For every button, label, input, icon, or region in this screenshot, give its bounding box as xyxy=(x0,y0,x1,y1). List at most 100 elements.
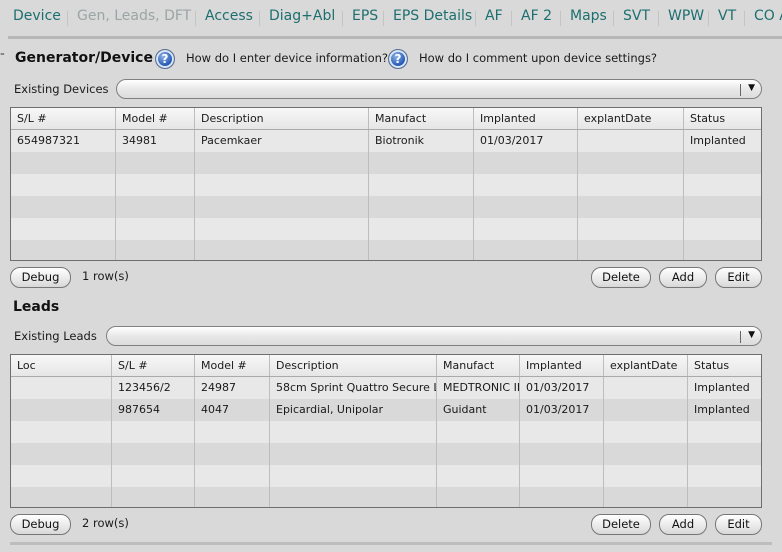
table-cell xyxy=(684,196,761,218)
table-cell xyxy=(195,443,270,465)
table-cell xyxy=(604,377,688,399)
existing-leads-dropdown[interactable]: ▼ xyxy=(106,326,762,346)
tab-eps[interactable]: EPS xyxy=(352,8,378,24)
question-circle-icon[interactable]: ? xyxy=(155,49,175,69)
empty-table-row xyxy=(11,218,761,240)
table-cell xyxy=(604,399,688,421)
tab-co[interactable]: CO A xyxy=(754,8,782,24)
tab-separator xyxy=(259,11,260,26)
table-cell xyxy=(437,465,520,487)
leads-edit-button[interactable]: Edit xyxy=(715,514,762,535)
tab-svt[interactable]: SVT xyxy=(623,8,650,24)
table-cell xyxy=(520,487,604,507)
tab-device[interactable]: Device xyxy=(13,8,61,24)
table-cell xyxy=(112,465,195,487)
leads-delete-button[interactable]: Delete xyxy=(591,514,651,535)
column-header[interactable]: Status xyxy=(684,108,761,129)
table-cell xyxy=(520,465,604,487)
table-cell xyxy=(116,196,195,218)
tab-af[interactable]: AF xyxy=(485,8,503,24)
column-header[interactable]: Description xyxy=(270,355,437,376)
table-row[interactable]: 654987321 34981 Pacemkaer Biotronik 01/03/20… xyxy=(11,130,761,152)
table-cell xyxy=(688,487,761,507)
column-header[interactable]: S/L # xyxy=(11,108,116,129)
column-header[interactable]: S/L # xyxy=(112,355,195,376)
column-header[interactable]: Manufact xyxy=(369,108,474,129)
table-cell xyxy=(369,152,474,174)
table-header: Loc S/L # Model # Description Manufact Implan… xyxy=(11,355,761,377)
table-cell xyxy=(195,240,369,260)
devices-edit-button[interactable]: Edit xyxy=(715,267,762,288)
table-cell xyxy=(116,174,195,196)
help-enter-device-info[interactable]: How do I enter device information? xyxy=(186,51,388,65)
column-header[interactable]: Description xyxy=(195,108,369,129)
column-header[interactable]: Status xyxy=(688,355,761,376)
tab-gen-leads-dft[interactable]: Gen, Leads, DFT xyxy=(77,8,191,24)
leads-table: Loc S/L # Model # Description Manufact Implan… xyxy=(10,354,762,508)
tab-maps[interactable]: Maps xyxy=(570,8,607,24)
table-cell xyxy=(578,130,684,152)
table-cell xyxy=(604,487,688,507)
table-cell xyxy=(11,196,116,218)
table-cell: 987654 xyxy=(112,399,195,421)
table-cell xyxy=(116,152,195,174)
table-row[interactable]: 987654 4047 Epicardial, Unipolar Guidant 01/… xyxy=(11,399,761,421)
tab-diag-abl[interactable]: Diag+Abl xyxy=(269,8,335,24)
table-cell: Pacemkaer xyxy=(195,130,369,152)
tab-access[interactable]: Access xyxy=(205,8,253,24)
table-cell xyxy=(437,443,520,465)
empty-table-row xyxy=(11,443,761,465)
table-cell: Epicardial, Unipolar xyxy=(270,399,437,421)
help-comment-device-settings[interactable]: How do I comment upon device settings? xyxy=(419,51,657,65)
table-cell xyxy=(578,174,684,196)
table-cell xyxy=(604,443,688,465)
table-cell xyxy=(437,487,520,507)
tab-separator xyxy=(658,11,659,26)
table-cell xyxy=(684,174,761,196)
devices-add-button[interactable]: Add xyxy=(659,267,707,288)
table-cell xyxy=(270,465,437,487)
tab-separator xyxy=(511,11,512,26)
devices-debug-button[interactable]: Debug xyxy=(10,267,71,288)
table-cell xyxy=(474,218,578,240)
column-header[interactable]: explantDate xyxy=(578,108,684,129)
leads-row-count: 2 row(s) xyxy=(82,516,129,530)
leads-debug-button[interactable]: Debug xyxy=(10,514,71,535)
column-header[interactable]: explantDate xyxy=(604,355,688,376)
existing-devices-dropdown[interactable]: ▼ xyxy=(116,79,762,99)
devices-delete-button[interactable]: Delete xyxy=(591,267,651,288)
empty-table-row xyxy=(11,465,761,487)
table-cell xyxy=(520,443,604,465)
tab-vt[interactable]: VT xyxy=(718,8,736,24)
generator-section-title: Generator/Device xyxy=(15,50,153,66)
tab-separator xyxy=(342,11,343,26)
table-cell xyxy=(369,240,474,260)
table-cell: 24987 xyxy=(195,377,270,399)
tab-af-2[interactable]: AF 2 xyxy=(521,8,552,24)
column-header[interactable]: Loc xyxy=(11,355,112,376)
column-header[interactable]: Model # xyxy=(116,108,195,129)
column-header[interactable]: Manufact xyxy=(437,355,520,376)
tab-wpw[interactable]: WPW xyxy=(668,8,704,24)
table-cell xyxy=(11,399,112,421)
devices-row-count: 1 row(s) xyxy=(82,269,129,283)
empty-table-row xyxy=(11,240,761,260)
tab-separator xyxy=(613,11,614,26)
column-header[interactable]: Model # xyxy=(195,355,270,376)
table-cell xyxy=(578,240,684,260)
table-cell: Implanted xyxy=(684,130,761,152)
column-header[interactable]: Implanted xyxy=(474,108,578,129)
dropdown-divider xyxy=(740,84,741,96)
empty-table-row xyxy=(11,174,761,196)
table-row[interactable]: 123456/2 24987 58cm Sprint Quattro Secure … xyxy=(11,377,761,399)
question-circle-icon[interactable]: ? xyxy=(388,49,408,69)
existing-leads-label: Existing Leads xyxy=(14,329,97,343)
table-cell: Implanted xyxy=(688,377,761,399)
tab-eps-details[interactable]: EPS Details xyxy=(393,8,472,24)
table-cell: 01/03/2017 xyxy=(520,377,604,399)
table-header: S/L # Model # Description Manufact Implanted… xyxy=(11,108,761,130)
table-cell xyxy=(474,240,578,260)
leads-add-button[interactable]: Add xyxy=(659,514,707,535)
column-header[interactable]: Implanted xyxy=(520,355,604,376)
table-cell xyxy=(604,465,688,487)
